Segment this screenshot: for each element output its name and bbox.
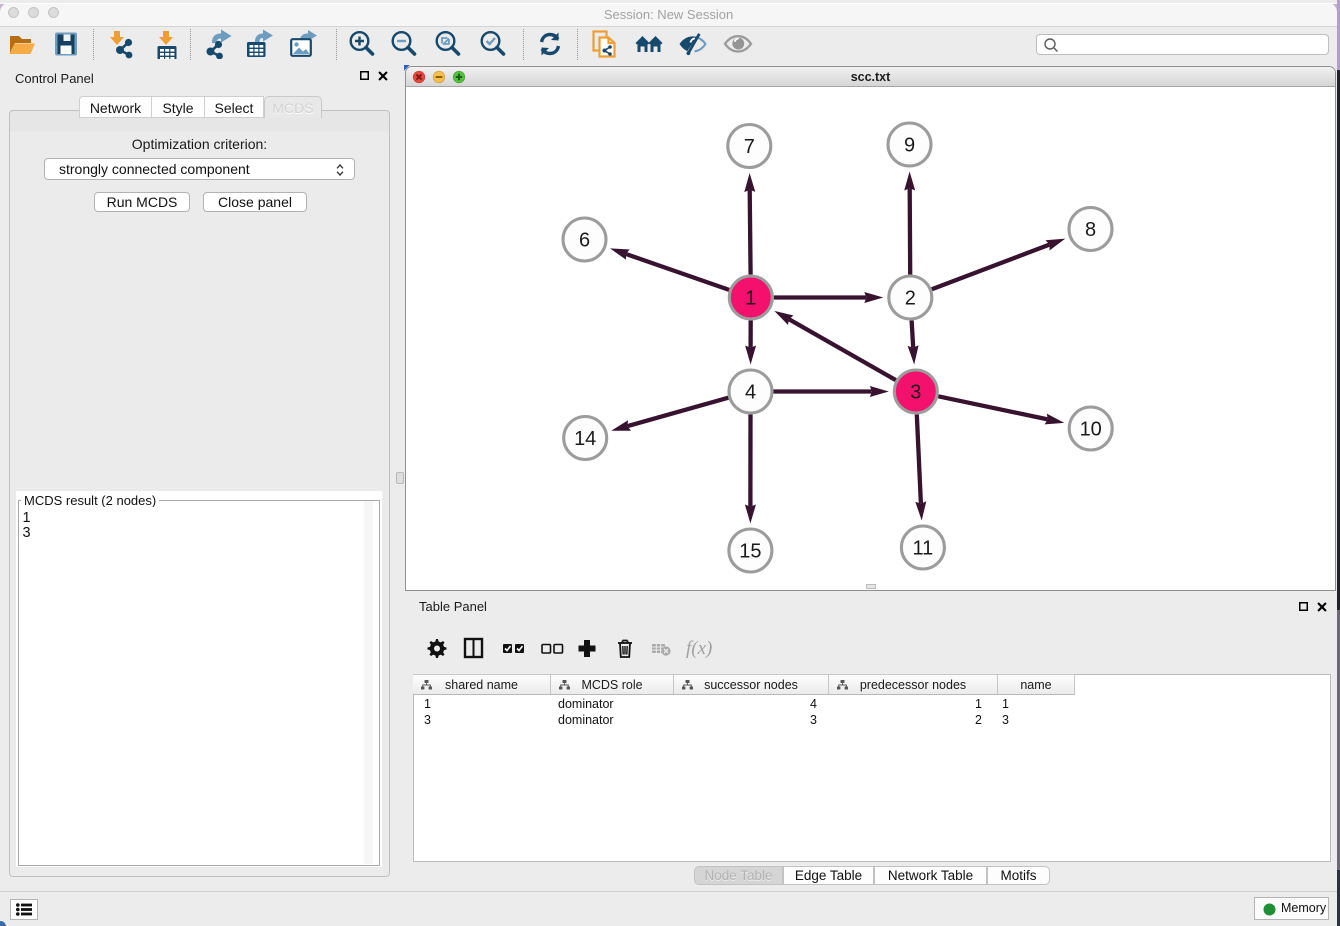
svg-text:11: 11 <box>913 538 934 560</box>
svg-text:f(x): f(x) <box>686 638 712 659</box>
svg-text:3: 3 <box>910 382 921 404</box>
svg-text:2: 2 <box>905 288 916 310</box>
svg-text:8: 8 <box>1085 219 1096 241</box>
svg-text:15: 15 <box>739 541 761 563</box>
svg-text:4: 4 <box>745 382 756 404</box>
svg-text:10: 10 <box>1080 419 1102 441</box>
svg-text:7: 7 <box>744 136 755 158</box>
svg-text:9: 9 <box>904 135 915 157</box>
svg-text:1: 1 <box>745 288 756 310</box>
svg-text:14: 14 <box>574 428 596 450</box>
svg-text:6: 6 <box>579 230 590 252</box>
